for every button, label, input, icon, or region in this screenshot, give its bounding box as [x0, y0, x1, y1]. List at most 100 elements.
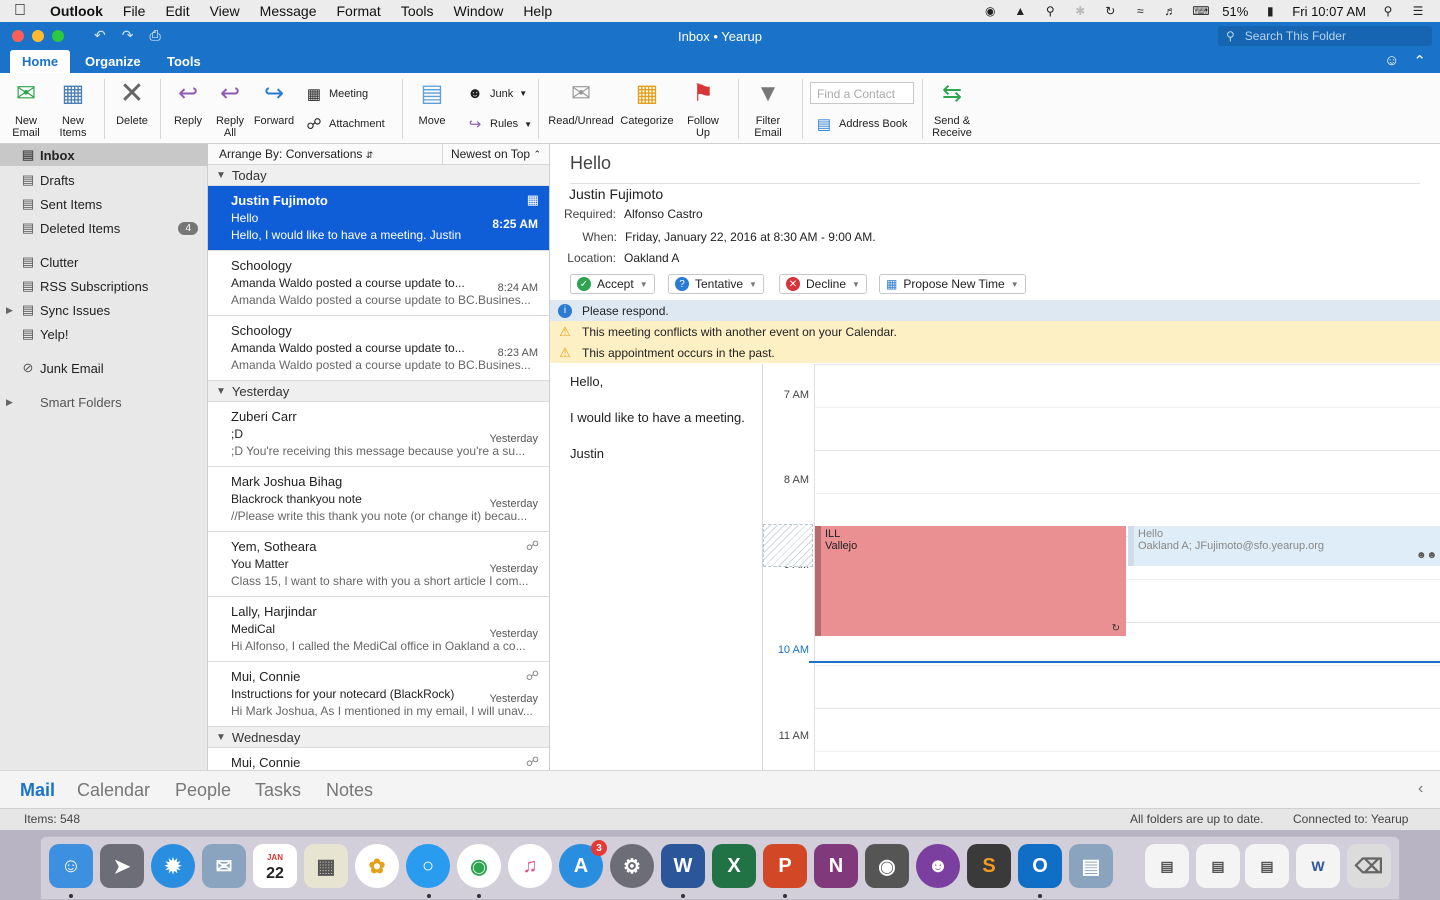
- spotlight-icon[interactable]: ⚲: [1380, 4, 1396, 18]
- nav-mail[interactable]: Mail: [20, 780, 55, 801]
- volume-icon[interactable]: ♬: [1162, 4, 1178, 18]
- folder-yelp[interactable]: ▤ Yelp!: [0, 323, 208, 345]
- excel-icon[interactable]: X: [712, 844, 756, 888]
- new-email-button[interactable]: ✉ New Email: [6, 79, 46, 140]
- menu-file[interactable]: File: [113, 3, 156, 19]
- reply-all-button[interactable]: ↩ Reply All: [211, 79, 249, 140]
- word-icon[interactable]: W: [661, 844, 705, 888]
- onenote-icon[interactable]: N: [814, 844, 858, 888]
- trash-can-icon[interactable]: ⌫: [1347, 844, 1391, 888]
- document-file-icon[interactable]: ▤: [1145, 844, 1189, 888]
- forward-button[interactable]: ↪ Forward: [252, 79, 296, 128]
- time-machine-icon[interactable]: ↻: [1102, 4, 1118, 18]
- list-item[interactable]: Schoology Amanda Waldo posted a course u…: [208, 316, 549, 381]
- menu-edit[interactable]: Edit: [155, 3, 199, 19]
- tab-tools[interactable]: Tools: [155, 50, 213, 73]
- list-item[interactable]: Yem, Sotheara You Matter Yesterday Class…: [208, 532, 549, 597]
- folder-inbox[interactable]: ▤ Inbox: [0, 144, 208, 166]
- menu-format[interactable]: Format: [326, 3, 390, 19]
- powerpoint-icon[interactable]: P: [763, 844, 807, 888]
- bluetooth-icon[interactable]: ✱: [1072, 4, 1088, 18]
- finder-icon[interactable]: ☺: [49, 844, 93, 888]
- rules-button[interactable]: ↪ Rules ▼: [466, 115, 532, 133]
- nav-calendar[interactable]: Calendar: [77, 780, 150, 801]
- menu-view[interactable]: View: [200, 3, 250, 19]
- calendar-event-invite[interactable]: Hello Oakland A; JFujimoto@sfo.yearup.or…: [1128, 526, 1440, 566]
- search-folder-input[interactable]: ⚲ Search This Folder: [1218, 26, 1432, 46]
- list-item[interactable]: Lally, Harjindar MediCal Yesterday Hi Al…: [208, 597, 549, 662]
- calendar-app-icon[interactable]: JAN 22: [253, 844, 297, 888]
- sort-order-dropdown[interactable]: Newest on Top ⌃: [441, 144, 549, 165]
- folder-drafts[interactable]: ▤ Drafts: [0, 169, 208, 191]
- expand-triangle-icon[interactable]: ▶: [6, 397, 13, 408]
- chevron-left-icon[interactable]: ‹: [1418, 780, 1423, 798]
- mail-stamp-icon[interactable]: ✉: [202, 844, 246, 888]
- apple-menu-icon[interactable]: : [0, 2, 40, 20]
- folder-sent-items[interactable]: ▤ Sent Items: [0, 193, 208, 215]
- move-button[interactable]: ▤ Move: [410, 79, 454, 128]
- tab-home[interactable]: Home: [10, 50, 71, 73]
- menu-window[interactable]: Window: [444, 3, 514, 19]
- folder-smart-folders[interactable]: ▶ Smart Folders: [0, 391, 208, 413]
- preview-icon[interactable]: ▤: [1069, 844, 1113, 888]
- address-book-button[interactable]: ▤ Address Book: [815, 115, 908, 133]
- stack-folder-icon[interactable]: ▤: [1196, 844, 1240, 888]
- messages-icon[interactable]: ○: [406, 844, 450, 888]
- arrange-by-dropdown[interactable]: Arrange By: Conversations ⇵: [208, 147, 442, 161]
- send-receive-button[interactable]: ⇆ Send & Receive: [930, 79, 974, 140]
- menu-message[interactable]: Message: [250, 3, 327, 19]
- disk-utility-icon[interactable]: ◉: [865, 844, 909, 888]
- feedback-smiley-icon[interactable]: ☺: [1384, 52, 1399, 70]
- broadcast-icon[interactable]: ⚲: [1042, 4, 1058, 18]
- list-item[interactable]: Mui, Connie ☍: [208, 748, 549, 770]
- word-document-icon[interactable]: W: [1296, 844, 1340, 888]
- itunes-icon[interactable]: ♫: [508, 844, 552, 888]
- folder-rss[interactable]: ▤ RSS Subscriptions: [0, 275, 208, 297]
- categorize-button[interactable]: ▦ Categorize: [618, 79, 676, 128]
- message-sender-name[interactable]: Justin Fujimoto: [569, 186, 663, 202]
- folder-clutter[interactable]: ▤ Clutter: [0, 251, 208, 273]
- contacts-notes-icon[interactable]: ▦: [304, 844, 348, 888]
- status-app-icon[interactable]: ◉: [982, 4, 998, 18]
- filter-email-button[interactable]: ▼ Filter Email: [746, 79, 790, 140]
- propose-new-time-button[interactable]: ▦ Propose New Time ▼: [879, 274, 1026, 294]
- nav-notes[interactable]: Notes: [326, 780, 373, 801]
- drive-icon[interactable]: ▲: [1012, 4, 1028, 18]
- wifi-icon[interactable]: ≈: [1132, 4, 1148, 18]
- tab-organize[interactable]: Organize: [73, 50, 153, 73]
- menu-app[interactable]: Outlook: [40, 3, 113, 19]
- safari-icon[interactable]: ✹: [151, 844, 195, 888]
- accept-button[interactable]: ✓ Accept ▼: [570, 274, 655, 294]
- junk-button[interactable]: ☻ Junk ▼: [466, 85, 527, 102]
- expand-triangle-icon[interactable]: ▶: [6, 305, 13, 316]
- list-item[interactable]: Schoology Amanda Waldo posted a course u…: [208, 251, 549, 316]
- meeting-button[interactable]: ▦ Meeting: [305, 85, 368, 103]
- group-header-wednesday[interactable]: ▼ Wednesday: [208, 727, 549, 748]
- screenshot-file-icon[interactable]: ▤: [1245, 844, 1289, 888]
- attachment-button[interactable]: ☍ Attachment: [305, 115, 384, 133]
- find-contact-input[interactable]: Find a Contact: [810, 82, 914, 104]
- menubar-clock[interactable]: Fri 10:07 AM: [1292, 4, 1366, 19]
- group-header-yesterday[interactable]: ▼ Yesterday: [208, 381, 549, 402]
- list-item[interactable]: Mark Joshua Bihag Blackrock thankyou not…: [208, 467, 549, 532]
- new-items-button[interactable]: ▦ New Items: [52, 79, 94, 140]
- app-store-icon[interactable]: A3: [559, 840, 607, 888]
- nav-people[interactable]: People: [175, 780, 231, 801]
- folder-sync-issues[interactable]: ▶ ▤ Sync Issues: [0, 299, 208, 321]
- group-header-today[interactable]: ▼ Today: [208, 165, 549, 186]
- system-preferences-icon[interactable]: ⚙: [610, 844, 654, 888]
- list-item[interactable]: Justin Fujimoto Hello 8:25 AM Hello, I w…: [208, 186, 549, 251]
- read-unread-button[interactable]: ✉ Read/Unread: [546, 79, 616, 128]
- battery-icon[interactable]: ▮: [1262, 4, 1278, 18]
- github-icon[interactable]: ☻: [916, 844, 960, 888]
- outlook-icon[interactable]: O: [1018, 844, 1062, 888]
- required-value[interactable]: Alfonso Castro: [624, 207, 703, 221]
- notification-center-icon[interactable]: ☰: [1410, 4, 1426, 18]
- menu-help[interactable]: Help: [513, 3, 562, 19]
- follow-up-button[interactable]: ⚑ Follow Up: [682, 79, 724, 140]
- launchpad-icon[interactable]: ➤: [100, 844, 144, 888]
- chrome-icon[interactable]: ◉: [457, 844, 501, 888]
- collapse-ribbon-icon[interactable]: ⌃: [1413, 52, 1426, 70]
- keyboard-icon[interactable]: ⌨: [1192, 4, 1209, 18]
- tentative-button[interactable]: ? Tentative ▼: [668, 274, 764, 294]
